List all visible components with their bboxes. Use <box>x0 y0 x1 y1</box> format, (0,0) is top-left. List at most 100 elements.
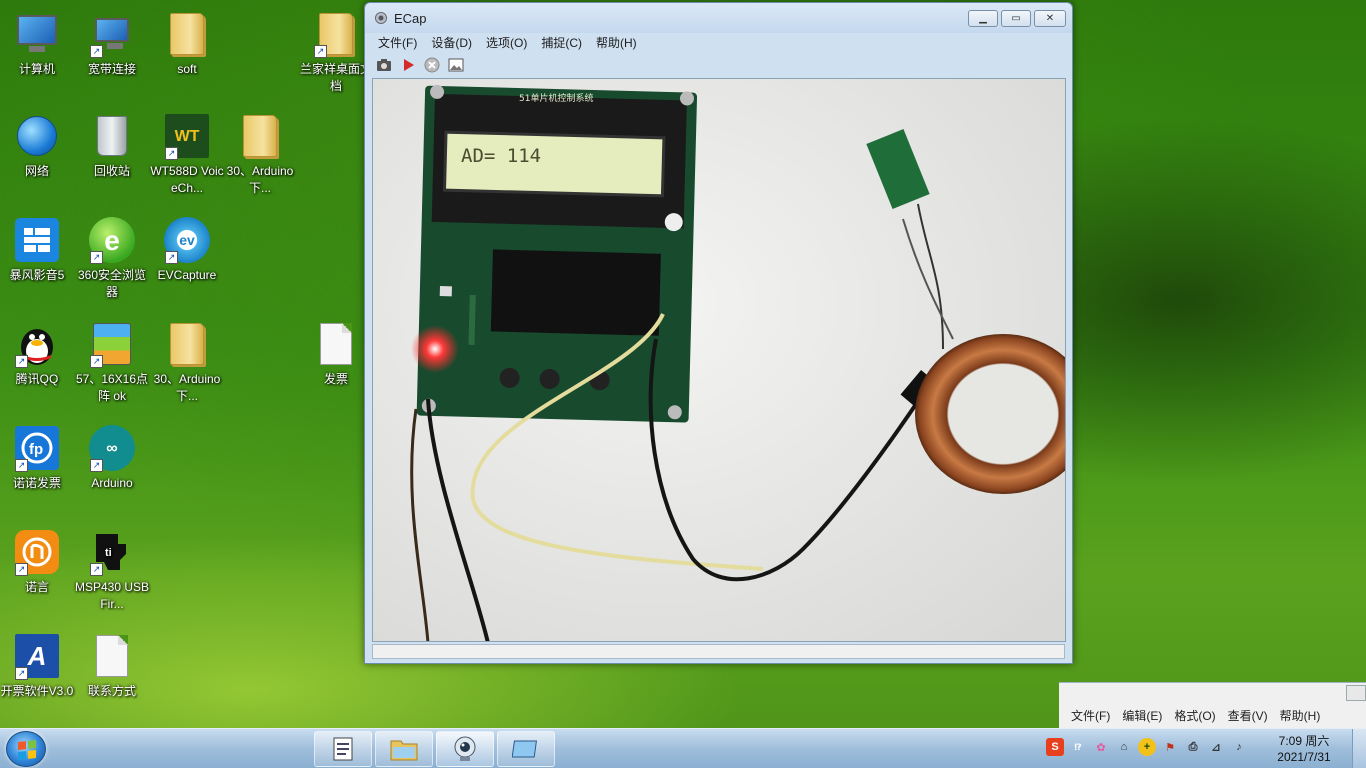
arduino-icon: ∞ ↗ <box>88 424 136 472</box>
clock-time: 7:09 周六 <box>1278 734 1330 748</box>
network-desktop-icon[interactable]: 网络 <box>0 112 75 180</box>
antivirus-icon[interactable]: ⚑ <box>1161 738 1179 756</box>
volume-icon[interactable]: ♪ <box>1230 738 1248 756</box>
notepad-menu-help[interactable]: 帮助(H) <box>1274 707 1327 724</box>
menu-capture[interactable]: 捕捉(C) <box>534 32 589 52</box>
snapshot-button[interactable] <box>375 56 393 74</box>
arduino-desktop-icon[interactable]: ∞ ↗ Arduino <box>74 424 150 492</box>
flower-icon[interactable]: ✿ <box>1092 738 1110 756</box>
maximize-icon: ▭ <box>1011 13 1021 24</box>
folder-icon <box>163 320 211 368</box>
sogou-input-icon[interactable]: S <box>1046 738 1064 756</box>
shortcut-arrow-icon: ↗ <box>15 459 28 472</box>
pcb-title-text: 51单片机控制系统 <box>519 92 593 104</box>
qq-penguin-icon: ↗ <box>13 320 61 368</box>
horizontal-scrollbar[interactable] <box>1346 685 1366 701</box>
recycle-bin-icon <box>88 112 136 160</box>
network-icon <box>13 112 61 160</box>
evcapture-icon: ev ↗ <box>163 216 211 264</box>
taskbar-notepad-button[interactable] <box>314 731 372 767</box>
contacts-file-desktop-icon[interactable]: 联系方式 <box>74 632 150 700</box>
stop-icon <box>424 57 440 73</box>
menu-options[interactable]: 选项(O) <box>479 32 534 52</box>
menu-bar: 文件(F) 设备(D) 选项(O) 捕捉(C) 帮助(H) <box>371 32 1066 52</box>
security-guard-icon[interactable]: + <box>1138 738 1156 756</box>
input-mode-icon[interactable]: ⁉ <box>1069 738 1087 756</box>
broadband-desktop-icon[interactable]: ↗ 宽带连接 <box>74 10 150 78</box>
toolbar <box>371 54 1066 76</box>
mcu-board <box>416 84 698 423</box>
ecap-window[interactable]: ECap ▁ ▭ ✕ 文件(F) 设备(D) 选项(O) 捕捉(C) 帮助(H) <box>364 2 1073 664</box>
compressed-archive-icon: ↗ <box>88 320 136 368</box>
maximize-button[interactable]: ▭ <box>1001 10 1031 27</box>
menu-help[interactable]: 帮助(H) <box>589 32 644 52</box>
desktop-docs-folder-desktop-icon[interactable]: ↗ 兰家祥桌面文档 <box>298 10 374 95</box>
nuoyan-icon: ↗ <box>13 528 61 576</box>
desktop-icon-label: 诺言 <box>24 580 49 594</box>
desktop-icon-label: 宽带连接 <box>87 62 136 76</box>
image-button[interactable] <box>447 56 465 74</box>
notepad-menu-format[interactable]: 格式(O) <box>1168 707 1221 724</box>
window-title: ECap <box>394 11 427 26</box>
close-button[interactable]: ✕ <box>1034 10 1066 27</box>
show-desktop-button[interactable] <box>1352 729 1366 768</box>
notepad-menu-view[interactable]: 查看(V) <box>1222 707 1274 724</box>
taskbar-explorer-button[interactable] <box>375 731 433 767</box>
image-icon <box>448 58 464 72</box>
start-button[interactable] <box>6 731 46 767</box>
window-titlebar[interactable]: ECap ▁ ▭ ✕ <box>365 3 1072 33</box>
stop-button[interactable] <box>423 56 441 74</box>
notepad-menu-bar: 文件(F) 编辑(E) 格式(O) 查看(V) 帮助(H) <box>1065 707 1326 724</box>
taskbar-media-button[interactable] <box>497 731 555 767</box>
soft-folder-desktop-icon[interactable]: soft <box>149 10 225 78</box>
invoice-software-desktop-icon[interactable]: A ↗ 开票软件V3.0 <box>0 632 75 700</box>
desktop-icon-label: 回收站 <box>93 164 130 178</box>
network-status-icon[interactable]: ⊿ <box>1207 738 1225 756</box>
nuoyan-desktop-icon[interactable]: ↗ 诺言 <box>0 528 75 596</box>
notepad-menu-edit[interactable]: 编辑(E) <box>1116 707 1168 724</box>
baofeng-player-icon <box>13 216 61 264</box>
video-preview[interactable]: 51单片机控制系统 AD= 114 <box>372 78 1066 642</box>
wt588d-app-icon: WT ↗ <box>163 112 211 160</box>
system-tray: S ⁉ ✿ ⌂ + ⚑ ⎙ ⊿ ♪ <box>1046 738 1248 756</box>
folder-icon: ↗ <box>312 10 360 58</box>
shortcut-arrow-icon: ↗ <box>15 667 28 680</box>
menu-file[interactable]: 文件(F) <box>371 32 424 52</box>
msp430-desktop-icon[interactable]: ti ↗ MSP430 USB Fir... <box>74 528 150 613</box>
desktop-icon-label: Arduino <box>91 476 133 490</box>
shortcut-arrow-icon: ↗ <box>165 251 178 264</box>
baofeng-desktop-icon[interactable]: 暴风影音5 <box>0 216 75 284</box>
svg-text:fp: fp <box>29 441 43 458</box>
invoice-file-desktop-icon[interactable]: 发票 <box>298 320 374 388</box>
notepad-window[interactable]: 文件(F) 编辑(E) 格式(O) 查看(V) 帮助(H) <box>1059 682 1366 728</box>
minimize-button[interactable]: ▁ <box>968 10 998 27</box>
360-browser-desktop-icon[interactable]: e ↗ 360安全浏览器 <box>74 216 150 301</box>
nuonuo-invoice-desktop-icon[interactable]: fp ↗ 诺诺发票 <box>0 424 75 492</box>
camera-icon <box>377 59 391 71</box>
dotmatrix-folder-desktop-icon[interactable]: ↗ 57、16X16点阵 ok <box>74 320 150 405</box>
arduino-folder-2-desktop-icon[interactable]: 30、Arduino下... <box>149 320 225 405</box>
arduino-folder-1-desktop-icon[interactable]: 30、Arduino下... <box>222 112 298 197</box>
menu-device[interactable]: 设备(D) <box>424 32 479 52</box>
evcapture-desktop-icon[interactable]: ev ↗ EVCapture <box>149 216 225 284</box>
play-button[interactable] <box>399 56 417 74</box>
desktop-icon-label: 诺诺发票 <box>12 476 61 490</box>
taskbar-ecap-button[interactable] <box>436 731 494 767</box>
recycle-bin-desktop-icon[interactable]: 回收站 <box>74 112 150 180</box>
shortcut-arrow-icon: ↗ <box>90 459 103 472</box>
taskbar-clock[interactable]: 7:09 周六 2021/7/31 <box>1270 733 1338 765</box>
printer-icon[interactable]: ⎙ <box>1184 738 1202 756</box>
desktop-icon-label: 57、16X16点阵 ok <box>75 372 149 403</box>
notepad-menu-file[interactable]: 文件(F) <box>1065 707 1116 724</box>
desktop-icon-label: 开票软件V3.0 <box>0 684 74 698</box>
qq-desktop-icon[interactable]: ↗ 腾讯QQ <box>0 320 75 388</box>
notepad-icon <box>333 737 353 761</box>
close-icon: ✕ <box>1045 13 1055 24</box>
shortcut-arrow-icon: ↗ <box>90 45 103 58</box>
wt588d-desktop-icon[interactable]: WT ↗ WT588D VoiceCh... <box>149 112 225 197</box>
minimize-icon: ▁ <box>979 13 987 24</box>
network-adapter-icon[interactable]: ⌂ <box>1115 738 1133 756</box>
text-document-icon <box>88 632 136 680</box>
computer-desktop-icon[interactable]: 计算机 <box>0 10 75 78</box>
360-browser-icon: e ↗ <box>88 216 136 264</box>
